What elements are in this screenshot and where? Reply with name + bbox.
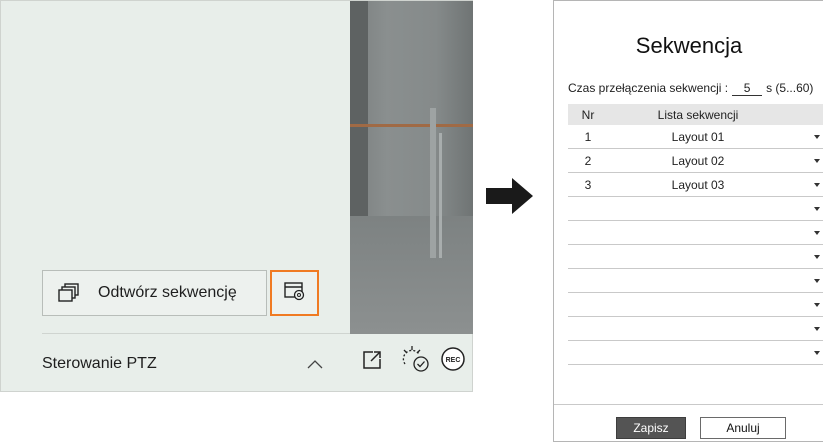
rec-label: REC [446,357,461,364]
camera-post-thin [439,133,442,258]
table-row[interactable] [568,221,823,245]
row-nr: 3 [584,177,592,192]
table-row[interactable]: 2 Layout 02 [568,149,823,173]
day-night-icon[interactable] [401,344,433,379]
live-view-panel: Odtwórz sekwencję Sterowanie PTZ REC [0,0,473,392]
cancel-button[interactable]: Anuluj [700,417,786,439]
table-row[interactable] [568,341,823,365]
table-row[interactable] [568,197,823,221]
dropdown-arrow-icon[interactable] [814,207,820,211]
save-button[interactable]: Zapisz [616,417,686,439]
table-row[interactable] [568,245,823,269]
play-sequence-button[interactable]: Odtwórz sekwencję [42,270,267,316]
dropdown-arrow-icon[interactable] [814,231,820,235]
switch-time-range: s (5...60) [766,81,814,95]
dialog-title: Sekwencja [635,33,743,58]
column-header-nr: Nr [581,107,595,122]
row-layout: Layout 03 [671,177,725,192]
sequence-dialog: Sekwencja Czas przełączenia sekwencji :5… [553,0,823,442]
row-nr: 1 [584,129,592,144]
sequence-settings-button[interactable] [270,270,319,316]
ptz-control-label[interactable]: Sterowanie PTZ [42,355,157,373]
switch-time-label: Czas przełączenia sekwencji : [568,81,729,95]
dropdown-arrow-icon[interactable] [814,183,820,187]
table-row[interactable]: 3 Layout 03 [568,173,823,197]
dropdown-arrow-icon[interactable] [814,159,820,163]
row-layout: Layout 01 [671,129,725,144]
camera-floor [350,216,473,334]
row-nr: 2 [584,153,592,168]
chevron-up-icon[interactable] [306,357,324,371]
windows-stack-icon [58,283,80,303]
panel-divider [42,333,350,334]
camera-view[interactable] [350,1,473,334]
popout-icon[interactable] [361,349,383,376]
arrow-right-icon [486,176,534,221]
dropdown-arrow-icon[interactable] [814,135,820,139]
rec-icon[interactable]: REC [440,346,466,377]
column-header-list: Lista sekwencji [657,107,739,122]
camera-railing [350,124,473,127]
table-row[interactable]: 1 Layout 01 [568,125,823,149]
table-row[interactable] [568,269,823,293]
camera-post [430,108,436,258]
table-row[interactable] [568,293,823,317]
dropdown-arrow-icon[interactable] [814,255,820,259]
sequence-table: Nr Lista sekwencji 1 Layout 01 2 Layout 02… [568,104,823,365]
dropdown-arrow-icon[interactable] [814,327,820,331]
table-row[interactable] [568,317,823,341]
play-sequence-label: Odtwórz sekwencję [98,284,237,301]
switch-time-row: Czas przełączenia sekwencji :5s (5...60) [568,81,813,96]
dropdown-arrow-icon[interactable] [814,303,820,307]
dropdown-arrow-icon[interactable] [814,279,820,283]
sequence-settings-icon [283,281,306,306]
table-header: Nr Lista sekwencji [568,104,823,125]
row-layout: Layout 02 [671,153,725,168]
dropdown-arrow-icon[interactable] [814,351,820,355]
switch-time-input[interactable]: 5 [732,81,763,96]
dialog-footer-divider [554,404,823,405]
